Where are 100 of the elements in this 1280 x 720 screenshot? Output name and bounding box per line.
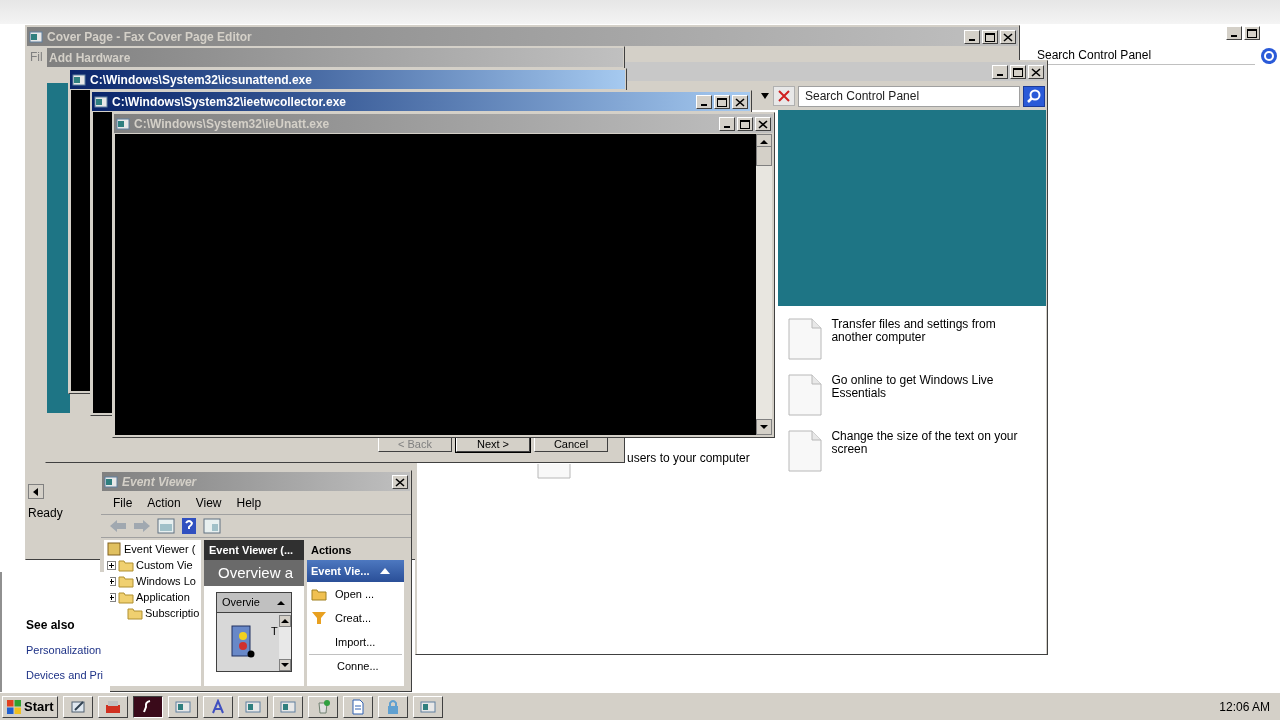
window-title: C:\Windows\System32\ieUnatt.exe [134, 115, 330, 133]
scroll-thumb[interactable] [756, 146, 772, 166]
panel-icon [157, 518, 175, 534]
clear-button[interactable] [773, 86, 795, 106]
task-link[interactable]: Change the size of the text on your screen [831, 430, 1022, 456]
pane-header: Event Viewer (... [204, 540, 304, 560]
minimize-button[interactable] [719, 116, 735, 131]
close-icon [393, 475, 407, 488]
maximize-button[interactable] [714, 94, 730, 109]
maximize-button[interactable] [1244, 26, 1260, 40]
folder-icon [118, 574, 134, 588]
close-icon [733, 95, 747, 108]
expand-icon[interactable] [107, 576, 116, 586]
folder-icon [118, 590, 134, 604]
tree-item[interactable]: Windows Lo [136, 573, 196, 589]
window-title: Event Viewer [122, 473, 197, 491]
menu-item[interactable]: Action [147, 494, 181, 512]
start-button[interactable]: Start [2, 695, 58, 718]
tree-item[interactable]: Subscriptio [145, 605, 200, 621]
minimize-button[interactable] [964, 29, 980, 44]
minimize-icon [997, 73, 1003, 76]
window-icon [279, 698, 296, 715]
back-arrow-icon [109, 519, 127, 533]
window-title: Add Hardware [49, 49, 131, 67]
section-title: See also [26, 617, 76, 634]
minimize-icon [724, 125, 730, 128]
console-icon [94, 94, 108, 109]
windows-logo-icon [6, 698, 22, 715]
left-arrow-icon [32, 487, 40, 496]
folder-icon [311, 587, 327, 601]
tree-item[interactable]: Event Viewer ( [124, 541, 196, 557]
task-link[interactable]: Go online to get Windows Live Essentials [831, 374, 1022, 400]
search-icon [1026, 88, 1042, 104]
maximize-icon [1245, 27, 1259, 39]
pane-heading: Overview a [204, 560, 304, 586]
font-icon [209, 698, 226, 715]
down-arrow-icon [760, 424, 768, 430]
search-field[interactable]: Search Control Panel [798, 85, 1020, 107]
collapse-arrow-icon [277, 599, 285, 606]
status-text: Ready [28, 505, 63, 522]
close-icon [1029, 65, 1043, 78]
minimize-icon [701, 103, 707, 106]
minimize-icon [969, 38, 975, 41]
window-icon [174, 698, 191, 715]
help-icon [181, 517, 197, 535]
folder-icon [118, 558, 134, 572]
section-text: T [271, 624, 278, 639]
menu-item[interactable]: File [113, 494, 133, 512]
minimize-button[interactable] [1226, 26, 1242, 40]
scrollbar[interactable] [756, 134, 772, 435]
pane-link[interactable]: Open ... [307, 582, 404, 606]
scroll-down-button[interactable] [756, 419, 772, 435]
event-log-icon [229, 625, 255, 659]
collapse-arrow-icon [379, 568, 390, 574]
folder-icon [127, 606, 143, 620]
dropdown-arrow-icon [760, 92, 770, 100]
search-button[interactable] [1023, 85, 1045, 107]
x-icon [777, 89, 791, 103]
pane-link[interactable]: Import... [307, 630, 404, 654]
maximize-button[interactable] [737, 116, 753, 131]
maximize-button[interactable] [982, 29, 998, 44]
window-icon [419, 698, 436, 715]
pen-icon [69, 698, 86, 715]
task-link[interactable]: users to your computer [627, 449, 750, 467]
maximize-button[interactable] [1010, 64, 1026, 79]
close-button[interactable] [1000, 29, 1016, 44]
close-icon [756, 117, 770, 130]
scroll-left-button[interactable] [28, 484, 44, 499]
link[interactable]: Personalization [26, 642, 110, 659]
console-icon [72, 72, 86, 87]
tree-item[interactable]: Application [136, 589, 190, 605]
minimize-button[interactable] [696, 94, 712, 109]
forward-arrow-icon [133, 519, 151, 533]
menu-item[interactable]: View [195, 494, 222, 512]
window-title: C:\Windows\System32\icsunattend.exe [90, 71, 312, 89]
link[interactable]: Devices and Pri [26, 666, 110, 683]
tree-item[interactable]: Custom Vie [136, 557, 193, 573]
minimize-icon [1231, 35, 1237, 37]
funnel-icon [311, 611, 327, 625]
close-button[interactable] [755, 116, 771, 131]
scrollbar[interactable] [279, 615, 291, 671]
group-header[interactable]: Event Vie... [307, 560, 404, 582]
close-icon [1001, 30, 1015, 43]
section-header[interactable]: Overvie [217, 593, 291, 613]
taskbar-button[interactable] [132, 695, 163, 718]
clock: 12:06 AM [1219, 698, 1270, 716]
window-icon [244, 698, 261, 715]
menu-item[interactable]: Help [236, 494, 262, 512]
panel-icon [203, 518, 221, 534]
close-button[interactable] [1028, 64, 1044, 79]
close-button[interactable] [392, 474, 408, 489]
task-link[interactable]: Transfer files and settings from another computer [831, 318, 1022, 344]
pane-link[interactable]: Conne... [309, 654, 402, 678]
expand-icon[interactable] [107, 560, 116, 570]
console-icon [116, 116, 130, 131]
up-arrow-icon [760, 139, 768, 145]
expand-icon[interactable] [107, 592, 116, 602]
close-button[interactable] [732, 94, 748, 109]
minimize-button[interactable] [992, 64, 1008, 79]
pane-link[interactable]: Creat... [307, 606, 404, 630]
